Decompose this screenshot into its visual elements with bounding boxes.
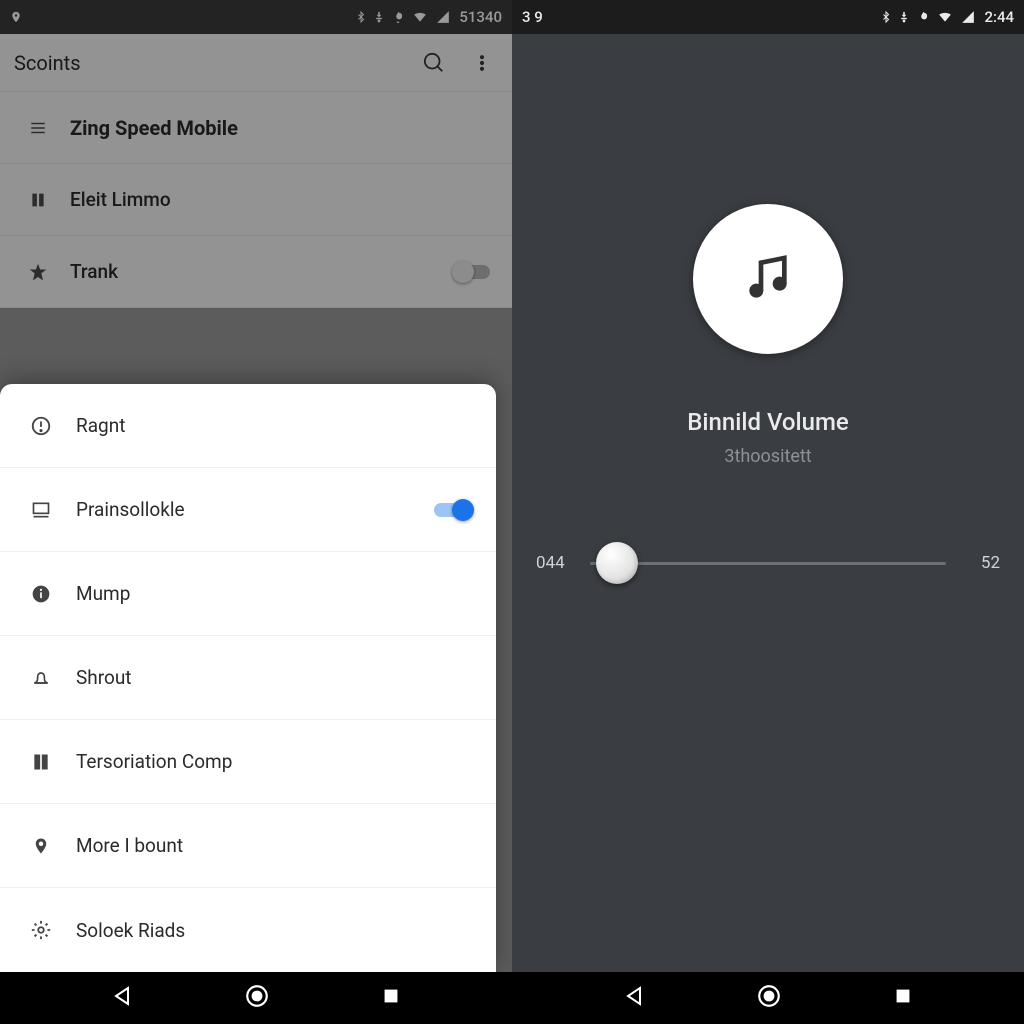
sheet-item-label: Soloek Riads xyxy=(76,919,185,942)
home-icon xyxy=(244,983,270,1009)
book-icon xyxy=(31,752,51,772)
sheet-item-prainsollokle[interactable]: Prainsollokle xyxy=(0,468,496,552)
home-icon xyxy=(756,983,782,1009)
settings-item-trank[interactable]: Trank xyxy=(0,236,512,308)
time-elapsed: 044 xyxy=(536,553,576,573)
bluetooth-icon xyxy=(880,9,892,25)
pause-icon xyxy=(29,191,47,209)
sheet-item-label: Shrout xyxy=(76,666,132,689)
seek-thumb[interactable] xyxy=(596,542,638,584)
bottom-sheet: Ragnt Prainsollokle Mump Shrout xyxy=(0,384,496,972)
recents-button[interactable] xyxy=(380,985,402,1011)
settings-item-zing-speed[interactable]: Zing Speed Mobile xyxy=(0,92,512,164)
sheet-item-label: More I bount xyxy=(76,834,183,857)
alert-icon xyxy=(30,415,52,437)
toggle-prainsollokle[interactable] xyxy=(434,499,474,521)
page-title: Scoints xyxy=(14,51,81,75)
home-button[interactable] xyxy=(756,983,782,1013)
back-icon xyxy=(622,984,646,1008)
status-time: 2:44 xyxy=(984,8,1014,26)
cell-signal-icon xyxy=(960,10,976,24)
status-bar: 3 9 2:44 xyxy=(512,0,1024,34)
bluetooth-icon xyxy=(355,9,367,25)
screen-music-player: 3 9 2:44 Binnild Volume 3thoositett xyxy=(512,0,1024,972)
fire-icon xyxy=(916,9,930,25)
screen-settings: 51340 Scoints Zing Speed Mobile Ele xyxy=(0,0,512,972)
sheet-item-label: Prainsollokle xyxy=(76,498,185,521)
settings-item-label: Eleit Limmo xyxy=(70,188,171,211)
toggle-trank[interactable] xyxy=(454,261,494,283)
sheet-item-more-bount[interactable]: More I bount xyxy=(0,804,496,888)
seek-bar: 044 52 xyxy=(512,539,1024,587)
seek-slider[interactable] xyxy=(590,539,946,587)
music-note-icon xyxy=(740,251,796,307)
recents-icon xyxy=(380,985,402,1007)
gear-icon xyxy=(30,919,52,941)
search-button[interactable] xyxy=(412,41,456,85)
search-icon xyxy=(423,52,445,74)
overflow-button[interactable] xyxy=(460,41,504,85)
wifi-icon xyxy=(936,10,954,24)
sheet-item-label: Mump xyxy=(76,582,130,605)
system-nav-bar xyxy=(0,972,1024,1024)
sheet-item-soloek-riads[interactable]: Soloek Riads xyxy=(0,888,496,972)
back-button[interactable] xyxy=(110,984,134,1012)
fire-icon xyxy=(391,9,405,25)
cell-signal-icon xyxy=(435,10,451,24)
sheet-item-shrout[interactable]: Shrout xyxy=(0,636,496,720)
info-icon xyxy=(31,584,51,604)
settings-item-eleit-limmo[interactable]: Eleit Limmo xyxy=(0,164,512,236)
star-icon xyxy=(28,262,48,282)
sheet-item-label: Ragnt xyxy=(76,414,125,437)
more-vertical-icon xyxy=(472,53,492,73)
bell-icon xyxy=(30,668,52,688)
location-icon xyxy=(10,9,22,25)
monitor-icon xyxy=(30,500,52,520)
appbar: Scoints xyxy=(0,34,512,92)
track-title: Binnild Volume xyxy=(687,408,849,436)
recents-button[interactable] xyxy=(892,985,914,1011)
settings-list: Zing Speed Mobile Eleit Limmo Trank xyxy=(0,92,512,308)
home-button[interactable] xyxy=(244,983,270,1013)
recents-icon xyxy=(892,985,914,1007)
sheet-item-label: Tersoriation Comp xyxy=(76,750,232,773)
sheet-item-tersoriation-comp[interactable]: Tersoriation Comp xyxy=(0,720,496,804)
usb-icon xyxy=(373,9,385,25)
settings-item-label: Zing Speed Mobile xyxy=(70,116,238,140)
wifi-icon xyxy=(411,10,429,24)
sheet-item-mump[interactable]: Mump xyxy=(0,552,496,636)
player: Binnild Volume 3thoositett 044 52 xyxy=(512,34,1024,972)
back-button[interactable] xyxy=(622,984,646,1012)
pin-icon xyxy=(32,835,50,857)
status-time: 51340 xyxy=(459,8,502,26)
track-subtitle: 3thoositett xyxy=(724,446,811,467)
status-left-badge: 3 9 xyxy=(522,8,543,26)
settings-item-label: Trank xyxy=(70,260,118,283)
menu-icon xyxy=(27,119,49,137)
time-total: 52 xyxy=(960,553,1000,573)
usb-icon xyxy=(898,9,910,25)
album-art[interactable] xyxy=(693,204,843,354)
status-bar: 51340 xyxy=(0,0,512,34)
back-icon xyxy=(110,984,134,1008)
sheet-item-ragnt[interactable]: Ragnt xyxy=(0,384,496,468)
